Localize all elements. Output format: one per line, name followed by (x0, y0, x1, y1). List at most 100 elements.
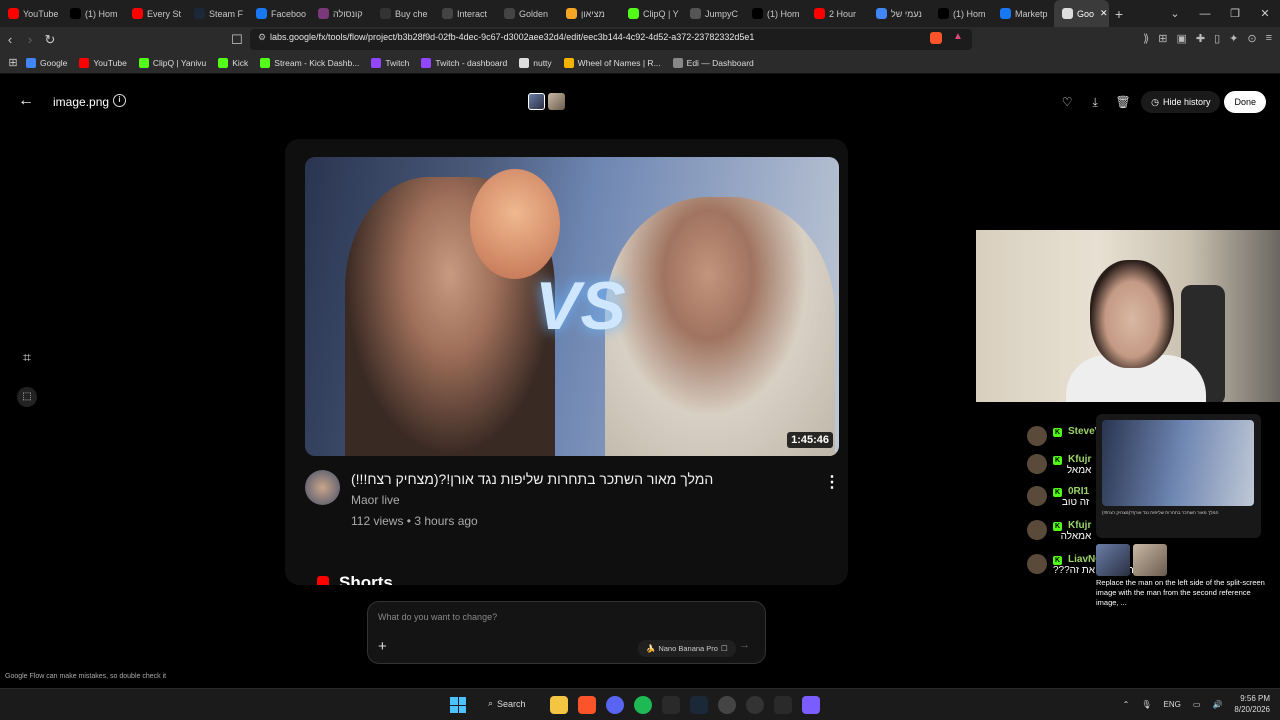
tab-14[interactable]: נעמי של (868, 0, 930, 27)
language-indicator[interactable]: ENG (1164, 700, 1181, 709)
extension-icon[interactable]: ⊞ (1158, 32, 1167, 45)
translate-icon[interactable]: ⟫ (1143, 32, 1149, 45)
network-icon[interactable]: ▭ (1193, 700, 1201, 709)
video-title[interactable]: המלך מאור השתכר בתחרות שליפות נגד אורן!?… (351, 471, 721, 487)
editor-topbar: ← image.png i ♡ ⤓ 🗑 ◷ Hide history Done (0, 76, 1280, 126)
bookmark-item[interactable]: ClipQ | Yanivu (138, 57, 206, 68)
back-arrow-icon[interactable]: ← (18, 92, 34, 110)
menu-icon[interactable]: ≡ (1266, 32, 1272, 45)
tab-0[interactable]: YouTube (0, 0, 62, 27)
tab-1[interactable]: (1) Hom (62, 0, 124, 27)
obs-icon[interactable] (718, 696, 736, 714)
model-selector[interactable]: 🍌 Nano Banana Pro ☐ (638, 640, 736, 657)
tab-6[interactable]: Buy che (372, 0, 434, 27)
delete-icon[interactable]: 🗑 (1109, 95, 1137, 109)
reference-thumbnail-2[interactable] (548, 93, 565, 110)
window-controls: ⌄ — ❐ ✕ (1160, 0, 1280, 27)
bookmark-item[interactable]: nutty (519, 57, 552, 68)
vpn-icon[interactable]: ⊙ (1247, 32, 1256, 45)
brave-shield-icon[interactable] (930, 32, 942, 44)
tab-11[interactable]: JumpyC (682, 0, 744, 27)
channel-name[interactable]: Maor live (351, 493, 400, 507)
video-thumbnail[interactable]: VS 1:45:46 (305, 157, 839, 456)
bookmark-item[interactable]: Wheel of Names | R... (563, 57, 661, 68)
tab-15[interactable]: (1) Hom (930, 0, 992, 27)
close-window-icon[interactable]: ✕ (1250, 7, 1280, 20)
reference-thumbnail-1[interactable] (528, 93, 545, 110)
maximize-icon[interactable]: ❐ (1220, 7, 1250, 20)
reload-icon[interactable]: ↻ (40, 32, 60, 48)
apps-icon[interactable]: ⊞ (0, 56, 26, 69)
web-icon (504, 8, 515, 19)
new-tab-icon[interactable]: + (1109, 6, 1129, 22)
bookmark-item[interactable]: Edi — Dashboard (672, 57, 754, 68)
puzzle-icon[interactable]: ✚ (1196, 32, 1205, 45)
minimize-icon[interactable]: — (1190, 8, 1220, 20)
back-icon[interactable]: ‹ (0, 32, 20, 47)
discord-icon[interactable] (606, 696, 624, 714)
done-button[interactable]: Done (1224, 91, 1266, 113)
more-options-icon[interactable]: ⋮ (824, 472, 840, 492)
kick-badge-icon: K (1053, 428, 1062, 437)
crop-icon[interactable]: ⌗ (18, 349, 36, 367)
tab-label: Golden (519, 8, 549, 19)
epic-games-icon[interactable] (662, 696, 680, 714)
tab-search-icon[interactable]: ⌄ (1160, 7, 1190, 20)
kick-icon (566, 8, 577, 19)
sidebar-icon[interactable]: ▯ (1214, 32, 1220, 45)
tray-chevron-icon[interactable]: ⌃ (1123, 700, 1130, 709)
tab-16[interactable]: Marketp (992, 0, 1054, 27)
select-region-icon[interactable]: ⬚ (17, 387, 37, 407)
app-circle-icon[interactable] (746, 696, 764, 714)
volume-icon[interactable]: 🔊 (1212, 700, 1222, 709)
tab-2[interactable]: Every St (124, 0, 186, 27)
hide-history-button[interactable]: ◷ Hide history (1141, 91, 1221, 113)
bookmark-label: Wheel of Names | R... (577, 57, 661, 68)
taskbar-search[interactable]: ⌕ Search (488, 698, 526, 709)
bookmark-item[interactable]: YouTube (79, 57, 127, 68)
add-icon[interactable]: + (378, 638, 387, 655)
model-label: Nano Banana Pro (658, 644, 718, 653)
tab-9[interactable]: מציאון (558, 0, 620, 27)
prompt-input[interactable] (378, 612, 748, 622)
tab-17[interactable]: Goo ✕ (1054, 0, 1109, 27)
rewards-icon[interactable]: ▲ (953, 31, 963, 42)
leo-icon[interactable]: ✦ (1229, 32, 1238, 45)
url-text[interactable]: labs.google/fx/tools/flow/project/b3b28f… (270, 32, 754, 42)
clock[interactable]: 9:56 PM 8/20/2026 (1234, 693, 1270, 715)
chat-shared-thumbnail (1102, 420, 1254, 506)
app-grid-icon[interactable] (802, 696, 820, 714)
site-settings-icon[interactable]: ⚙ (258, 32, 266, 43)
close-tab-icon[interactable]: ✕ (1100, 8, 1108, 19)
bookmark-item[interactable]: Twitch - dashboard (421, 57, 507, 68)
send-arrow-icon[interactable]: → (739, 639, 750, 651)
favorite-icon[interactable]: ♡ (1053, 95, 1081, 109)
info-icon[interactable]: i (113, 94, 126, 107)
tab-5[interactable]: קונסולה (310, 0, 372, 27)
bookmark-item[interactable]: Stream - Kick Dashb... (260, 57, 359, 68)
app-diamond-icon[interactable] (774, 696, 792, 714)
clock-time: 9:56 PM (1240, 694, 1270, 703)
tab-10[interactable]: ClipQ | Y (620, 0, 682, 27)
tab-7[interactable]: Interact (434, 0, 496, 27)
wallet-icon[interactable]: ▣ (1176, 32, 1186, 45)
tab-12[interactable]: (1) Hom (744, 0, 806, 27)
bookmark-item[interactable]: Kick (218, 57, 248, 68)
forward-icon[interactable]: › (20, 32, 40, 47)
mic-icon[interactable]: 🎙 (1141, 700, 1151, 709)
spotify-icon[interactable] (634, 696, 652, 714)
file-explorer-icon[interactable] (550, 696, 568, 714)
bookmark-icon[interactable]: ☐ (227, 32, 247, 48)
tab-3[interactable]: Steam F (186, 0, 248, 27)
video-meta: 112 views • 3 hours ago (351, 514, 478, 528)
channel-avatar[interactable] (305, 470, 340, 505)
start-icon[interactable] (450, 697, 466, 713)
steam-icon[interactable] (690, 696, 708, 714)
bookmark-item[interactable]: Twitch (371, 57, 409, 68)
bookmark-item[interactable]: Google (26, 57, 67, 68)
tab-13[interactable]: 2 Hour (806, 0, 868, 27)
brave-icon[interactable] (578, 696, 596, 714)
tab-4[interactable]: Faceboo (248, 0, 310, 27)
tab-8[interactable]: Golden (496, 0, 558, 27)
download-icon[interactable]: ⤓ (1081, 95, 1109, 110)
